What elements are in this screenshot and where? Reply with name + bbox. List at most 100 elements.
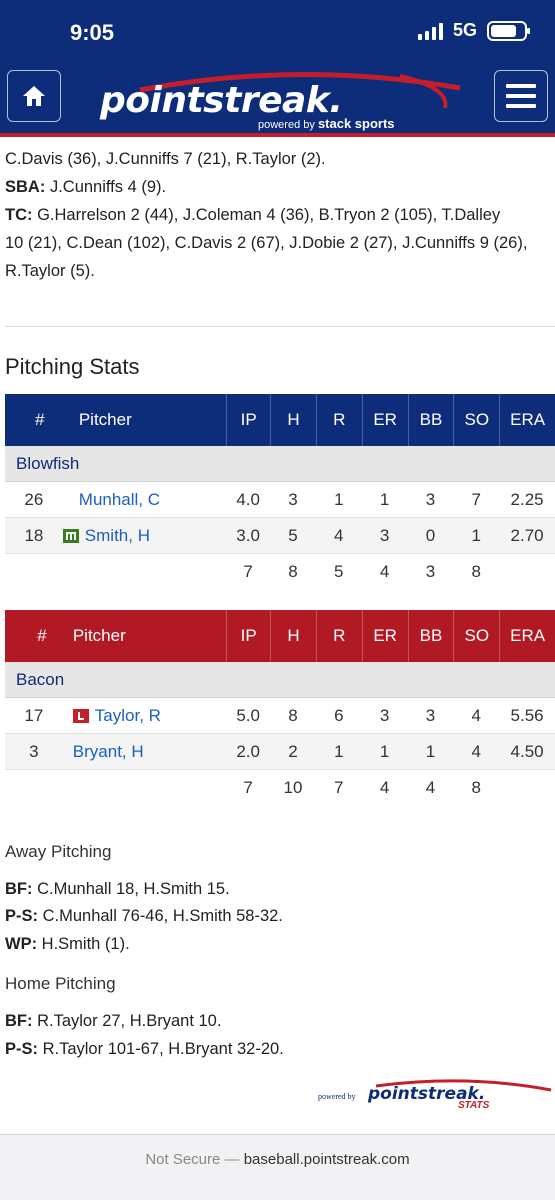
col-bb: BB [407, 610, 454, 662]
wp-value: H.Smith (1). [41, 935, 130, 953]
stat-er: 1 [379, 489, 390, 509]
url-separator: — [220, 1151, 244, 1168]
stat-er: 3 [379, 525, 390, 545]
brand-label: stack sports [317, 116, 395, 131]
stat-bb: 1 [425, 741, 436, 761]
stat-bb: 3 [425, 705, 436, 725]
powered-by-label: powered by [258, 119, 315, 131]
status-indicators: 5G [417, 20, 530, 41]
stat-r: 4 [334, 525, 344, 545]
totals-row: 7 8 5 4 3 8 [5, 554, 555, 590]
sba-line: SBA: J.Cunniffs 4 (9). [5, 173, 166, 201]
ps-value: C.Munhall 76-46, H.Smith 58-32. [42, 907, 283, 925]
pointstreak-logo[interactable]: pointstreak. powered by stack sports [100, 68, 470, 132]
tc-line: TC: G.Harrelson 2 (44), J.Coleman 4 (36)… [5, 201, 500, 229]
total-bb: 3 [425, 562, 436, 581]
ps-label: P-S: [5, 907, 38, 925]
browser-url-bar[interactable]: Not Secure — baseball.pointstreak.com [0, 1134, 555, 1200]
table-row: 3 Bryant, H 2.0 2 1 1 1 4 4.50 [5, 734, 555, 770]
col-era: ERA [499, 394, 555, 446]
stat-r: 1 [334, 489, 344, 509]
ps-value: R.Taylor 101-67, H.Bryant 32-20. [42, 1040, 284, 1058]
loss-badge-icon [72, 708, 89, 723]
table-row: 18 Smith, H 3.0 5 4 3 0 1 2.70 [5, 518, 555, 554]
total-r: 5 [334, 562, 344, 581]
away-pitching-title: Away Pitching [5, 842, 112, 861]
home-pitching-title: Home Pitching [5, 974, 116, 993]
stat-so: 7 [471, 489, 482, 509]
pitcher-name-link[interactable]: Bryant, H [73, 742, 144, 762]
col-num: # [35, 410, 45, 429]
pitcher-cell: Smith, H [62, 526, 226, 546]
stat-ip: 5.0 [236, 705, 260, 725]
col-pitcher: Pitcher [72, 626, 126, 645]
stat-bb: 0 [425, 525, 436, 545]
bf-label: BF: [5, 880, 33, 898]
stat-r: 1 [334, 741, 344, 761]
stat-er: 1 [379, 741, 390, 761]
total-ip: 7 [243, 562, 253, 581]
pitcher-name-link[interactable]: Taylor, R [95, 706, 161, 726]
away-bf-line: BF: C.Munhall 18, H.Smith 15. [5, 880, 230, 899]
col-ip: IP [226, 394, 270, 446]
stat-era: 2.25 [510, 489, 544, 509]
stat-h: 3 [288, 489, 298, 509]
home-button[interactable] [7, 70, 61, 122]
pitcher-number: 26 [24, 489, 44, 509]
col-so: SO [453, 610, 499, 662]
col-er: ER [361, 394, 408, 446]
stat-era: 5.56 [510, 705, 544, 725]
pitcher-name-link[interactable]: Munhall, C [79, 490, 160, 510]
team-row-home: Bacon [5, 662, 555, 698]
footer-pointstreak-logo[interactable]: powered by pointstreak. STATS [318, 1078, 555, 1114]
col-h: H [270, 610, 316, 662]
total-r: 7 [334, 778, 344, 797]
battery-icon [487, 20, 530, 41]
table-header-row: # Pitcher IP H R ER BB SO ERA [5, 610, 555, 662]
pitcher-name-link[interactable]: Smith, H [85, 526, 150, 546]
header-accent-line [0, 133, 555, 137]
logo-powered-by: powered by stack sports [258, 116, 395, 131]
menu-button[interactable] [494, 70, 548, 122]
tc-label: TC: [5, 206, 33, 224]
home-ps-line: P-S: R.Taylor 101-67, H.Bryant 32-20. [5, 1040, 284, 1059]
stat-era: 4.50 [510, 741, 544, 761]
total-so: 8 [471, 778, 481, 797]
url-domain: baseball.pointstreak.com [243, 1151, 410, 1168]
stat-r: 6 [334, 705, 344, 725]
total-h: 8 [288, 562, 298, 581]
total-so: 8 [471, 562, 481, 581]
col-bb: BB [407, 394, 454, 446]
not-secure-label: Not Secure [145, 1151, 221, 1168]
network-label: 5G [452, 20, 477, 40]
table-row: 17 Taylor, R 5.0 8 6 3 3 4 5.56 [5, 698, 555, 734]
logo-text: pointstreak. [100, 80, 343, 121]
stat-ip: 2.0 [236, 741, 260, 761]
pitcher-number: 17 [24, 705, 44, 725]
pitcher-cell: Taylor, R [63, 706, 226, 726]
home-pitching-table: # Pitcher IP H R ER BB SO ERA Bacon 17 T… [5, 610, 555, 806]
total-ip: 7 [243, 778, 253, 797]
pitcher-cell: Bryant, H [63, 742, 226, 762]
bf-value: R.Taylor 27, H.Bryant 10. [37, 1012, 222, 1030]
batting-note-line: C.Davis (36), J.Cunniffs 7 (21), R.Taylo… [5, 150, 326, 168]
stat-so: 1 [471, 525, 481, 545]
total-h: 10 [283, 778, 303, 797]
away-ps-line: P-S: C.Munhall 76-46, H.Smith 58-32. [5, 907, 283, 926]
tc-value-1: G.Harrelson 2 (44), J.Coleman 4 (36), B.… [37, 206, 501, 224]
col-er: ER [361, 610, 408, 662]
team-row-away: Blowfish [5, 446, 555, 482]
sba-value: J.Cunniffs 4 (9). [49, 178, 167, 196]
site-header: 9:05 5G pointstreak. powered by stack sp… [0, 0, 555, 136]
table-header-row: # Pitcher IP H R ER BB SO ERA [5, 394, 555, 446]
col-r: R [315, 610, 362, 662]
total-er: 4 [379, 562, 390, 581]
stat-er: 3 [379, 705, 390, 725]
bf-label: BF: [5, 1012, 33, 1030]
tc-value-2: 10 (21), C.Dean (102), C.Davis 2 (67), J… [5, 234, 528, 252]
stat-so: 4 [471, 741, 482, 761]
pitcher-number: 18 [24, 525, 44, 545]
total-er: 4 [379, 778, 390, 797]
away-wp-line: WP: H.Smith (1). [5, 935, 130, 954]
col-r: R [315, 394, 362, 446]
